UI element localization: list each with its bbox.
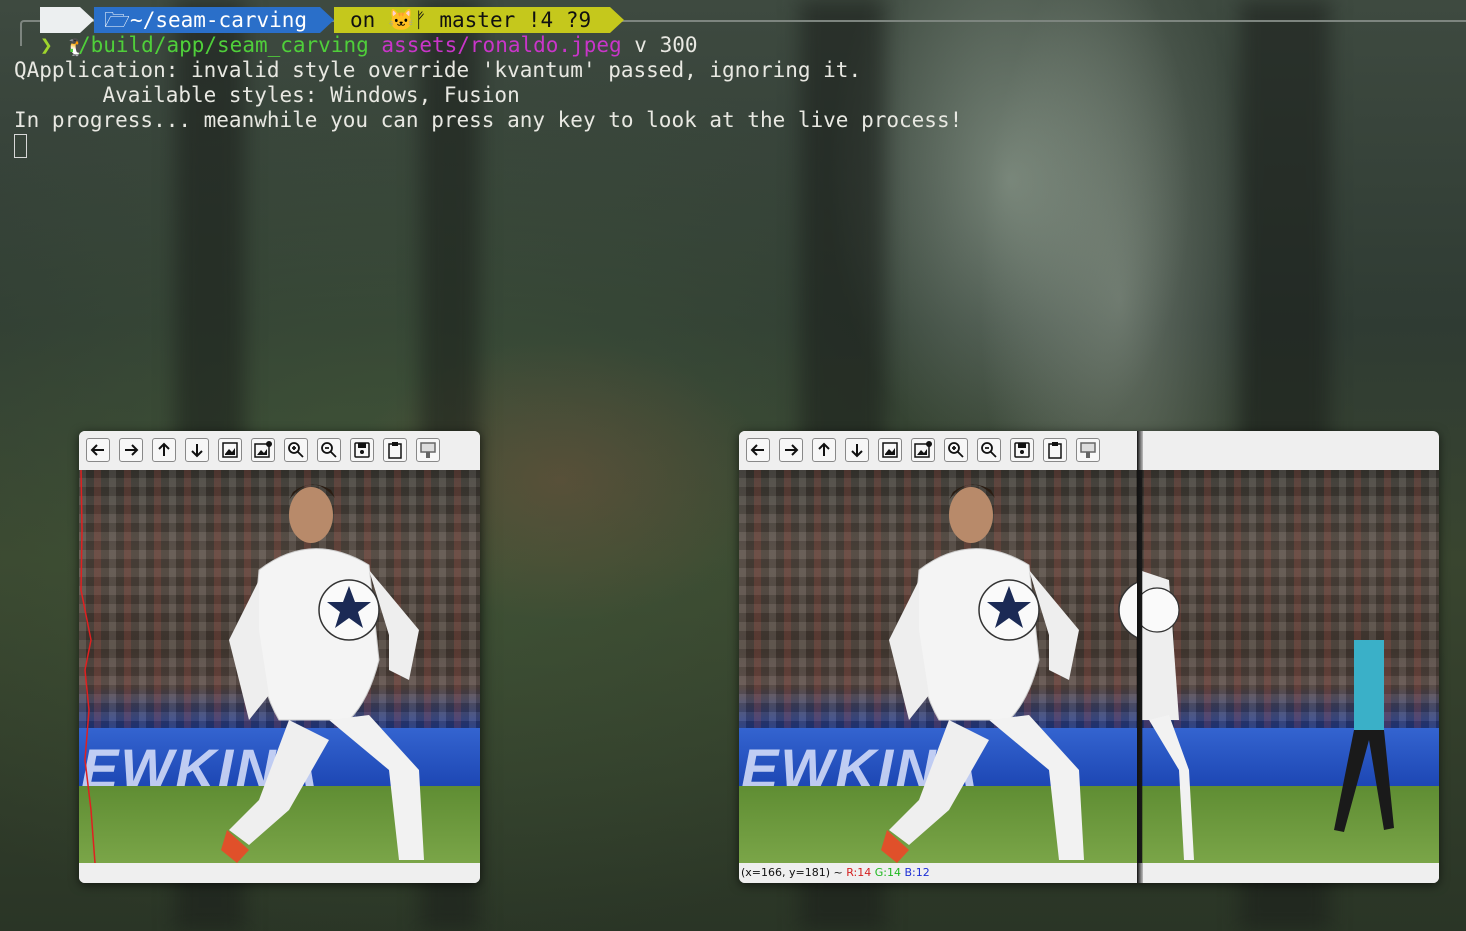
arrow-down-button[interactable] — [845, 438, 869, 462]
zoom-in-icon — [948, 442, 964, 458]
output-line: QApplication: invalid style override 'kv… — [14, 58, 862, 82]
arrow-left-button[interactable] — [86, 438, 110, 462]
current-directory: ~/seam-carving — [130, 8, 308, 32]
player-figure — [221, 484, 424, 863]
image-button[interactable] — [218, 438, 242, 462]
image-window-carving[interactable]: EWKINA — [79, 431, 480, 883]
arrow-right-icon — [785, 444, 799, 456]
arrow-up-icon — [818, 442, 830, 456]
properties-button[interactable] — [416, 438, 440, 462]
output-line: Available styles: Windows, Fusion — [14, 83, 520, 107]
clipboard-button[interactable] — [383, 438, 407, 462]
segment-separator — [610, 7, 624, 33]
properties-icon — [420, 442, 436, 458]
clipboard-icon — [388, 442, 402, 459]
zoom-in-button[interactable] — [944, 438, 968, 462]
overlapping-window-border — [1137, 431, 1143, 883]
arrow-left-icon — [750, 444, 764, 456]
command-rest-args: v 300 — [634, 33, 698, 57]
image-settings-button[interactable] — [251, 438, 275, 462]
image-window-original[interactable]: EWKINA (x=166, y=181) ~ R:14 G:14 B:12 — [739, 431, 1439, 883]
arrow-up-button[interactable] — [152, 438, 176, 462]
command-line: ❯ ./build/app/seam_carving assets/ronald… — [40, 33, 698, 58]
directory-segment: 🗁~/seam-carving — [94, 7, 320, 33]
cursor-coords: (x=166, y=181) ~ — [741, 866, 847, 879]
save-icon — [1014, 442, 1030, 458]
seam-overlay — [80, 470, 96, 863]
pixel-red: R:14 — [846, 866, 872, 879]
image-settings-icon — [254, 441, 272, 458]
save-button[interactable] — [1010, 438, 1034, 462]
segment-separator — [80, 7, 94, 33]
git-modified-count: !4 — [527, 8, 554, 32]
zoom-out-button[interactable] — [317, 438, 341, 462]
image-canvas[interactable]: EWKINA — [739, 470, 1439, 863]
status-bar — [79, 863, 480, 883]
clipboard-button[interactable] — [1043, 438, 1067, 462]
player-figure — [881, 484, 1139, 863]
folder-icon: 🗁 — [104, 8, 131, 32]
image-icon — [882, 442, 898, 458]
os-segment: 🐧 — [40, 7, 86, 58]
command-text: ./build/app/seam_carving — [65, 33, 369, 57]
image-button[interactable] — [878, 438, 902, 462]
zoom-out-button[interactable] — [977, 438, 1001, 462]
git-branch: master — [439, 8, 516, 32]
zoom-out-icon — [321, 442, 337, 458]
image-settings-button[interactable] — [911, 438, 935, 462]
status-bar: (x=166, y=181) ~ R:14 G:14 B:12 — [739, 863, 1439, 883]
arrow-down-icon — [851, 444, 863, 458]
zoom-in-button[interactable] — [284, 438, 308, 462]
save-icon — [354, 442, 370, 458]
arrow-left-button[interactable] — [746, 438, 770, 462]
arrow-down-button[interactable] — [185, 438, 209, 462]
pixel-blue: B:12 — [904, 866, 930, 879]
branch-icon: ᚠ — [414, 8, 427, 32]
zoom-out-icon — [981, 442, 997, 458]
player-figure-duplicate — [1139, 570, 1394, 860]
arrow-up-button[interactable] — [812, 438, 836, 462]
pixel-green: G:14 — [874, 866, 901, 879]
image-settings-icon — [914, 441, 932, 458]
arrow-right-button[interactable] — [779, 438, 803, 462]
arrow-left-icon — [90, 444, 104, 456]
output-line: In progress... meanwhile you can press a… — [14, 108, 963, 132]
segment-separator — [320, 7, 334, 33]
clipboard-icon — [1048, 442, 1062, 459]
zoom-in-icon — [288, 442, 304, 458]
save-button[interactable] — [350, 438, 374, 462]
prompt-frame — [20, 20, 40, 46]
github-icon: 🐱 — [387, 8, 415, 32]
command-file-arg: assets/ronaldo.jpeg — [381, 33, 622, 57]
arrow-up-icon — [158, 442, 170, 456]
properties-button[interactable] — [1076, 438, 1100, 462]
image-icon — [222, 442, 238, 458]
prompt-symbol: ❯ — [40, 33, 53, 57]
image-toolbar — [739, 431, 1139, 469]
image-toolbar — [79, 431, 480, 469]
arrow-right-icon — [125, 444, 139, 456]
arrow-down-icon — [191, 444, 203, 458]
properties-icon — [1080, 442, 1096, 458]
image-canvas[interactable]: EWKINA — [79, 470, 480, 863]
git-on-label: on — [350, 8, 376, 32]
git-untracked-count: ?9 — [565, 8, 592, 32]
arrow-right-button[interactable] — [119, 438, 143, 462]
terminal-cursor — [14, 134, 27, 158]
git-segment: on 🐱ᚠ master !4 ?9 — [334, 7, 610, 33]
